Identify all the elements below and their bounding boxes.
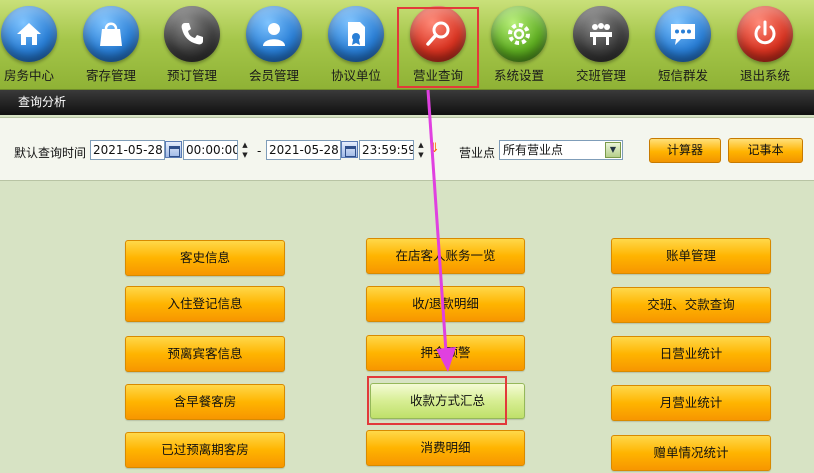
start-date-field[interactable]: 2021-05-28: [90, 140, 165, 160]
toolbar-storage[interactable]: 寄存管理: [70, 0, 152, 90]
toolbar-sms[interactable]: 短信群发: [642, 0, 724, 90]
in-house-accounts-button[interactable]: 在店客人账务一览: [366, 238, 525, 274]
check-in-info-button[interactable]: 入住登记信息: [125, 286, 285, 322]
toolbar-booking[interactable]: 预订管理: [151, 0, 233, 90]
calculator-button[interactable]: 计算器: [649, 138, 721, 163]
active-tab-highlight: [397, 7, 479, 88]
toolbar-label: 交班管理: [575, 68, 626, 83]
outlet-label: 营业点: [459, 146, 496, 160]
toolbar-room-center[interactable]: 房务中心: [0, 0, 70, 90]
power-icon: [737, 6, 793, 62]
breakfast-rooms-button[interactable]: 含早餐客房: [125, 384, 285, 420]
date-separator: -: [257, 144, 262, 158]
toolbar-label: 会员管理: [248, 68, 299, 83]
meeting-icon: [573, 6, 629, 62]
notepad-button[interactable]: 记事本: [728, 138, 803, 163]
chevron-down-icon: ▼: [605, 142, 621, 158]
consumption-detail-button[interactable]: 消费明细: [366, 430, 525, 466]
house-icon: [1, 6, 57, 62]
toolbar-label: 寄存管理: [85, 68, 136, 83]
toolbar-label: 协议单位: [330, 68, 381, 83]
shift-handover-query-button[interactable]: 交班、交款查询: [611, 287, 771, 323]
toolbar-label: 系统设置: [493, 68, 544, 83]
expected-departure-button[interactable]: 预离宾客信息: [125, 336, 285, 372]
toolbar-label: 退出系统: [739, 68, 790, 83]
complimentary-stats-button[interactable]: 赠单情况统计: [611, 435, 771, 471]
user-icon: [246, 6, 302, 62]
end-time-stepper-icon[interactable]: ▲ ▼: [414, 140, 428, 160]
query-filter-bar: 默认查询时间 2021-05-28 00:00:00 ▲ ▼ - 2021-05-…: [0, 117, 814, 181]
toolbar-member[interactable]: 会员管理: [233, 0, 315, 90]
toolbar-agreement[interactable]: 协议单位: [315, 0, 397, 90]
guest-history-button[interactable]: 客史信息: [125, 240, 285, 276]
outlet-select-value: 所有营业点: [503, 143, 564, 157]
start-time-stepper-icon[interactable]: ▲ ▼: [238, 140, 252, 160]
shopping-bag-icon: [83, 6, 139, 62]
overdue-rooms-button[interactable]: 已过预离期客房: [125, 432, 285, 468]
document-icon: [328, 6, 384, 62]
phone-icon: [164, 6, 220, 62]
highlight-box: [367, 376, 507, 425]
toolbar-system-settings[interactable]: 系统设置: [478, 0, 560, 90]
daily-revenue-button[interactable]: 日营业统计: [611, 336, 771, 372]
calendar-icon[interactable]: [165, 141, 182, 158]
calendar-icon[interactable]: [341, 141, 358, 158]
date-range-label: 默认查询时间: [14, 146, 87, 160]
chat-icon: [655, 6, 711, 62]
monthly-revenue-button[interactable]: 月营业统计: [611, 385, 771, 421]
start-time-field[interactable]: 00:00:00: [183, 140, 238, 160]
bill-management-button[interactable]: 账单管理: [611, 238, 771, 274]
end-time-field[interactable]: 23:59:59: [359, 140, 414, 160]
refresh-arrow-icon[interactable]: ⇓: [429, 141, 440, 156]
toolbar-label: 短信群发: [657, 68, 708, 83]
toolbar-shift[interactable]: 交班管理: [560, 0, 642, 90]
page-title: 查询分析: [0, 90, 814, 115]
toolbar-exit[interactable]: 退出系统: [724, 0, 806, 90]
outlet-select[interactable]: 所有营业点 ▼: [499, 140, 623, 160]
toolbar-label: 房务中心: [3, 68, 54, 83]
toolbar-label: 预订管理: [166, 68, 217, 83]
payment-refund-detail-button[interactable]: 收/退款明细: [366, 286, 525, 322]
gear-icon: [491, 6, 547, 62]
deposit-warning-button[interactable]: 押金预警: [366, 335, 525, 371]
end-date-field[interactable]: 2021-05-28: [266, 140, 341, 160]
